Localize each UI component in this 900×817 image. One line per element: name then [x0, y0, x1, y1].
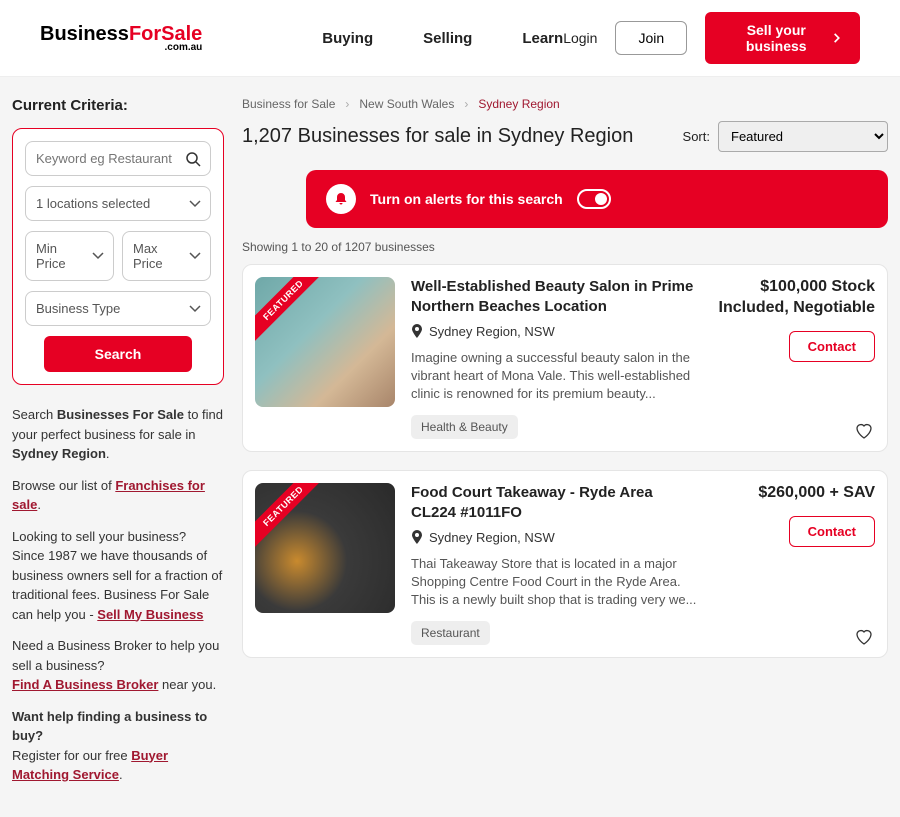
contact-button[interactable]: Contact	[789, 331, 875, 362]
alerts-text: Turn on alerts for this search	[370, 191, 563, 207]
sell-business-label: Sell your business	[725, 22, 827, 54]
locations-select[interactable]: 1 locations selected	[25, 186, 211, 221]
criteria-box: 1 locations selected Min Price Max Price…	[12, 128, 224, 385]
nav: Buying Selling Learn	[322, 30, 563, 47]
chevron-right-icon: ›	[345, 97, 349, 111]
featured-ribbon: FEATURED	[255, 483, 329, 552]
listing-description: Imagine owning a successful beauty salon…	[411, 349, 699, 404]
logo-business: Business	[40, 23, 129, 45]
showing-count: Showing 1 to 20 of 1207 businesses	[242, 240, 888, 254]
search-icon	[185, 151, 201, 167]
listing-card[interactable]: FEATURED Well-Established Beauty Salon i…	[242, 264, 888, 452]
main: Business for Sale › New South Wales › Sy…	[242, 97, 888, 797]
contact-button[interactable]: Contact	[789, 516, 875, 547]
listing-image: FEATURED	[255, 483, 395, 613]
sell-my-business-link[interactable]: Sell My Business	[97, 607, 203, 622]
header: BusinessForSale .com.au Buying Selling L…	[0, 0, 900, 77]
favorite-button[interactable]	[855, 423, 873, 439]
nav-selling[interactable]: Selling	[423, 30, 472, 47]
sort-select[interactable]: Featured	[718, 121, 888, 152]
breadcrumb-item[interactable]: Business for Sale	[242, 97, 335, 111]
logo[interactable]: BusinessForSale .com.au	[40, 23, 202, 53]
location-icon	[411, 530, 423, 544]
location-icon	[411, 324, 423, 338]
listing-price: $100,000 Stock Included, Negotiable	[715, 277, 875, 319]
listing-location: Sydney Region, NSW	[429, 324, 555, 339]
sort-control: Sort: Featured	[683, 121, 888, 152]
keyword-input[interactable]	[25, 141, 211, 176]
heart-icon	[855, 629, 873, 645]
login-link[interactable]: Login	[563, 30, 597, 46]
sell-business-button[interactable]: Sell your business	[705, 12, 860, 64]
listing-card[interactable]: FEATURED Food Court Takeaway - Ryde Area…	[242, 470, 888, 658]
alerts-toggle[interactable]	[577, 189, 611, 209]
chevron-right-icon: ›	[464, 97, 468, 111]
favorite-button[interactable]	[855, 629, 873, 645]
join-button[interactable]: Join	[615, 21, 687, 55]
nav-learn[interactable]: Learn	[522, 30, 563, 47]
sidebar: Current Criteria: 1 locations selected M…	[12, 97, 224, 797]
alerts-bar[interactable]: Turn on alerts for this search	[306, 170, 888, 228]
featured-ribbon: FEATURED	[255, 277, 329, 346]
nav-buying[interactable]: Buying	[322, 30, 373, 47]
breadcrumb: Business for Sale › New South Wales › Sy…	[242, 97, 888, 111]
business-type-select[interactable]: Business Type	[25, 291, 211, 326]
listing-image: FEATURED	[255, 277, 395, 407]
listing-description: Thai Takeaway Store that is located in a…	[411, 555, 699, 610]
listing-title[interactable]: Well-Established Beauty Salon in Prime N…	[411, 277, 699, 318]
listing-location: Sydney Region, NSW	[429, 530, 555, 545]
chevron-right-icon	[833, 32, 840, 44]
breadcrumb-current: Sydney Region	[478, 97, 559, 111]
heart-icon	[855, 423, 873, 439]
min-price-select[interactable]: Min Price	[25, 231, 114, 281]
sort-label: Sort:	[683, 129, 710, 144]
sidebar-text: Search Businesses For Sale to find your …	[12, 405, 224, 785]
listing-title[interactable]: Food Court Takeaway - Ryde Area CL224 #1…	[411, 483, 699, 524]
page-title: 1,207 Businesses for sale in Sydney Regi…	[242, 125, 633, 148]
criteria-title: Current Criteria:	[12, 97, 224, 114]
find-broker-link[interactable]: Find A Business Broker	[12, 677, 158, 692]
auth: Login Join Sell your business	[563, 12, 860, 64]
bell-icon	[326, 184, 356, 214]
listing-price: $260,000 + SAV	[715, 483, 875, 504]
breadcrumb-item[interactable]: New South Wales	[359, 97, 454, 111]
max-price-select[interactable]: Max Price	[122, 231, 211, 281]
search-button[interactable]: Search	[44, 336, 193, 372]
listing-tag[interactable]: Restaurant	[411, 621, 490, 645]
listing-tag[interactable]: Health & Beauty	[411, 415, 518, 439]
